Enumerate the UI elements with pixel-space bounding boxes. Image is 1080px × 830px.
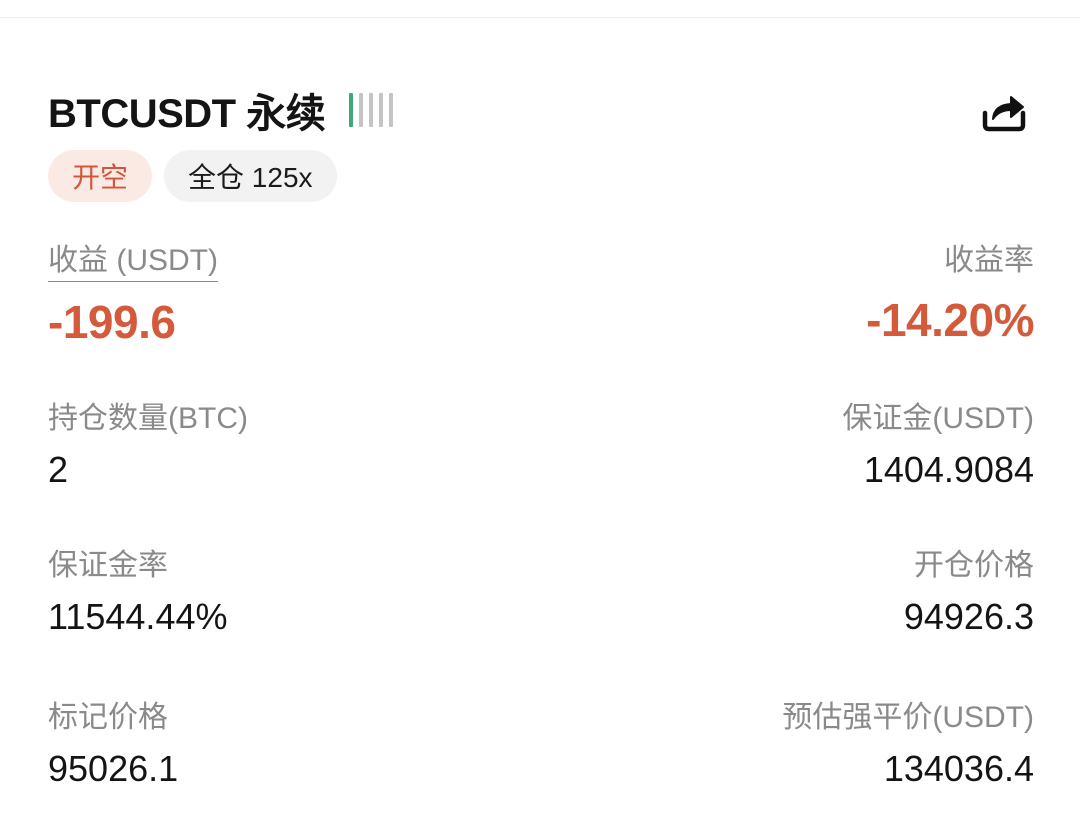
entry-price-value: 94926.3 [903,596,1034,637]
position-tags: 开空 全仓 125x [48,150,337,202]
position-header: BTCUSDT 永续 [48,81,394,139]
mark-price-block: 标记价格 95026.1 [48,699,178,791]
pnl-rate-block: 收益率 -14.20% [866,242,1034,348]
liq-price-label: 预估强平价(USDT) [782,701,1034,734]
pnl-block: 收益 (USDT) -199.6 [48,242,218,348]
risk-bar [349,93,354,127]
mark-price-label: 标记价格 [48,701,168,734]
margin-ratio-block: 保证金率 11544.44% [48,547,228,639]
risk-bar [379,93,384,127]
entry-price-block: 开仓价格 94926.3 [904,547,1034,639]
ratio-row: 保证金率 11544.44% 开仓价格 94926.3 [48,547,1034,639]
margin-block: 保证金(USDT) 1404.9084 [842,400,1034,492]
position-card[interactable]: BTCUSDT 永续 开空 全仓 125x 收益 (USDT) -199.6 收… [0,0,1080,830]
share-button[interactable] [978,86,1030,136]
liq-price-value: 134036.4 [883,748,1034,789]
pnl-label[interactable]: 收益 (USDT) [48,242,218,282]
entry-price-label: 开仓价格 [914,549,1034,582]
margin-mode-tag: 全仓 125x [164,150,337,202]
pnl-row: 收益 (USDT) -199.6 收益率 -14.20% [48,242,1034,348]
risk-level-indicator [349,93,394,127]
risk-bar [369,93,374,127]
mark-price-value: 95026.1 [48,748,179,789]
position-row: 持仓数量(BTC) 2 保证金(USDT) 1404.9084 [48,400,1034,492]
risk-bar [359,93,364,127]
price-row: 标记价格 95026.1 预估强平价(USDT) 134036.4 [48,699,1034,791]
margin-value: 1404.9084 [863,449,1034,490]
liq-price-block: 预估强平价(USDT) 134036.4 [782,699,1034,791]
side-tag: 开空 [48,150,153,202]
size-block: 持仓数量(BTC) 2 [48,400,248,492]
size-label: 持仓数量(BTC) [48,402,248,435]
size-value: 2 [48,449,69,490]
pnl-value: -199.6 [48,296,176,348]
pair-title[interactable]: BTCUSDT 永续 [48,81,326,139]
margin-label: 保证金(USDT) [842,402,1034,435]
share-icon [982,96,1026,132]
risk-bar [389,93,394,127]
pnl-rate-label: 收益率 [944,244,1034,277]
pnl-rate-value: -14.20% [866,294,1034,346]
margin-ratio-value: 11544.44% [48,596,228,637]
margin-ratio-label: 保证金率 [48,549,168,582]
